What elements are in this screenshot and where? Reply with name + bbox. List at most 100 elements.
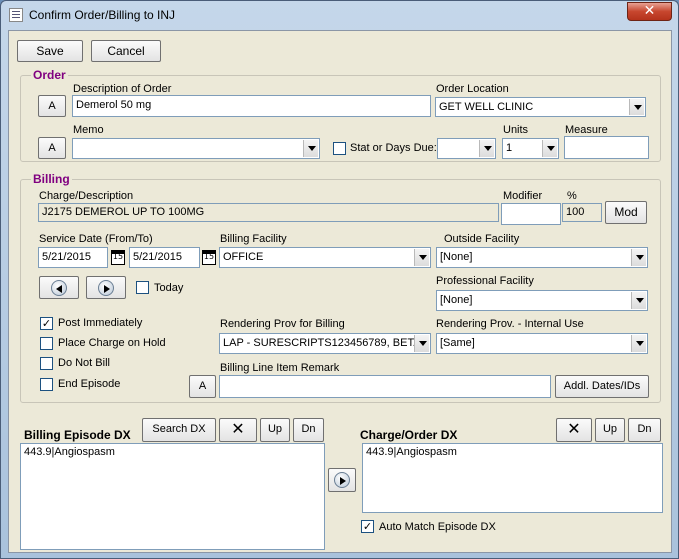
list-item[interactable]: 443.9|Angiospasm <box>24 446 321 458</box>
professional-facility-select[interactable]: [None] <box>436 290 648 311</box>
billing-group-label: Billing <box>31 172 72 186</box>
today-checkbox[interactable] <box>136 281 149 294</box>
rendering-internal-value: [Same] <box>440 337 475 349</box>
billing-facility-label: Billing Facility <box>220 233 287 245</box>
auto-match-label: Auto Match Episode DX <box>379 521 496 533</box>
episode-dx-title: Billing Episode DX <box>24 428 131 442</box>
professional-facility-value: [None] <box>440 294 473 306</box>
place-on-hold-checkbox[interactable] <box>40 337 53 350</box>
description-label: Description of Order <box>73 83 172 95</box>
rendering-internal-select[interactable]: [Same] <box>436 333 648 354</box>
left-arrow-icon <box>51 280 67 296</box>
memo-select[interactable] <box>72 138 320 159</box>
charge-dx-delete-button[interactable]: ✕ <box>556 418 592 442</box>
place-on-hold-label: Place Charge on Hold <box>58 337 166 349</box>
cancel-button[interactable]: Cancel <box>91 40 161 62</box>
chevron-down-icon <box>479 140 494 157</box>
next-date-button[interactable] <box>86 276 126 299</box>
professional-facility-label: Professional Facility <box>436 275 534 287</box>
charge-description-label: Charge/Description <box>39 190 134 202</box>
move-dx-right-button[interactable] <box>328 468 356 492</box>
charge-dx-dn-button[interactable]: Dn <box>628 418 661 442</box>
modifier-input[interactable] <box>501 203 561 225</box>
episode-dx-up-button[interactable]: Up <box>260 418 290 442</box>
remark-a-button[interactable]: A <box>189 375 216 398</box>
dialog-window: Confirm Order/Billing to INJ ✕ Save Canc… <box>0 0 679 559</box>
close-window-button[interactable]: ✕ <box>627 2 672 21</box>
description-input[interactable]: Demerol 50 mg <box>72 95 431 117</box>
addl-dates-ids-button[interactable]: Addl. Dates/IDs <box>555 375 649 398</box>
chevron-down-icon <box>629 99 644 115</box>
order-location-select[interactable]: GET WELL CLINIC <box>435 97 646 117</box>
calendar-icon[interactable]: 15 <box>202 250 216 265</box>
end-episode-checkbox[interactable] <box>40 378 53 391</box>
charge-description-field: J2175 DEMEROL UP TO 100MG <box>38 203 499 222</box>
units-label: Units <box>503 124 529 136</box>
today-label: Today <box>154 282 184 294</box>
modifier-label: Modifier <box>503 190 543 202</box>
post-immediately-checkbox[interactable]: ✓ <box>40 317 53 330</box>
post-immediately-label: Post Immediately <box>58 317 143 329</box>
service-date-label: Service Date (From/To) <box>39 233 153 245</box>
units-select[interactable]: 1 <box>502 138 559 159</box>
percent-field: 100 <box>562 203 602 222</box>
close-icon: ✕ <box>567 419 581 438</box>
remark-label: Billing Line Item Remark <box>220 362 340 374</box>
list-item[interactable]: 443.9|Angiospasm <box>366 446 659 458</box>
order-location-label: Order Location <box>436 83 509 95</box>
outside-facility-select[interactable]: [None] <box>436 247 648 268</box>
days-due-select[interactable] <box>437 138 496 159</box>
chevron-down-icon <box>414 335 429 352</box>
chevron-down-icon <box>631 292 646 309</box>
mod-button[interactable]: Mod <box>605 201 647 224</box>
episode-dx-delete-button[interactable]: ✕ <box>219 418 257 442</box>
rendering-prov-value: LAP - SURESCRIPTS123456789, BETA <box>223 337 421 349</box>
save-button[interactable]: Save <box>17 40 83 62</box>
remark-input[interactable] <box>219 375 551 398</box>
service-date-to-input[interactable]: 5/21/2015 <box>129 247 200 268</box>
rendering-internal-label: Rendering Prov. - Internal Use <box>436 318 584 330</box>
calendar-icon[interactable]: 15 <box>111 250 125 265</box>
chevron-down-icon <box>303 140 318 157</box>
search-dx-button[interactable]: Search DX <box>142 418 216 442</box>
order-description-a-button[interactable]: A <box>38 95 66 117</box>
episode-dx-dn-button[interactable]: Dn <box>293 418 324 442</box>
outside-facility-value: [None] <box>440 251 473 263</box>
percent-label: % <box>567 190 577 202</box>
do-not-bill-checkbox[interactable] <box>40 357 53 370</box>
episode-dx-list[interactable]: 443.9|Angiospasm <box>20 443 325 550</box>
order-location-value: GET WELL CLINIC <box>439 101 534 113</box>
memo-a-button[interactable]: A <box>38 137 66 159</box>
billing-facility-select[interactable]: OFFICE <box>219 247 431 268</box>
memo-label: Memo <box>73 124 104 136</box>
outside-facility-label: Outside Facility <box>444 233 520 245</box>
dialog-content: Save Cancel Order A Description of Order… <box>8 30 672 553</box>
chevron-down-icon <box>414 249 429 266</box>
charge-dx-title: Charge/Order DX <box>360 428 458 442</box>
title-bar[interactable]: Confirm Order/Billing to INJ ✕ <box>1 1 678 29</box>
app-icon <box>9 8 23 22</box>
do-not-bill-label: Do Not Bill <box>58 357 110 369</box>
chevron-down-icon <box>631 249 646 266</box>
measure-input[interactable] <box>564 136 649 159</box>
charge-dx-list[interactable]: 443.9|Angiospasm <box>362 443 663 513</box>
billing-facility-value: OFFICE <box>223 251 264 263</box>
window-title: Confirm Order/Billing to INJ <box>29 8 176 22</box>
close-icon: ✕ <box>231 419 245 438</box>
end-episode-label: End Episode <box>58 378 121 390</box>
service-date-from-input[interactable]: 5/21/2015 <box>38 247 108 268</box>
chevron-down-icon <box>542 140 557 157</box>
rendering-prov-label: Rendering Prov for Billing <box>220 318 345 330</box>
rendering-prov-select[interactable]: LAP - SURESCRIPTS123456789, BETA <box>219 333 431 354</box>
units-value: 1 <box>506 142 513 154</box>
chevron-down-icon <box>631 335 646 352</box>
charge-dx-up-button[interactable]: Up <box>595 418 625 442</box>
stat-label: Stat or Days Due: <box>350 142 437 154</box>
order-group-label: Order <box>31 68 68 82</box>
previous-date-button[interactable] <box>39 276 79 299</box>
auto-match-checkbox[interactable]: ✓ <box>361 520 374 533</box>
stat-checkbox[interactable] <box>333 142 346 155</box>
right-arrow-icon <box>98 280 114 296</box>
right-arrow-icon <box>334 472 350 488</box>
measure-label: Measure <box>565 124 608 136</box>
